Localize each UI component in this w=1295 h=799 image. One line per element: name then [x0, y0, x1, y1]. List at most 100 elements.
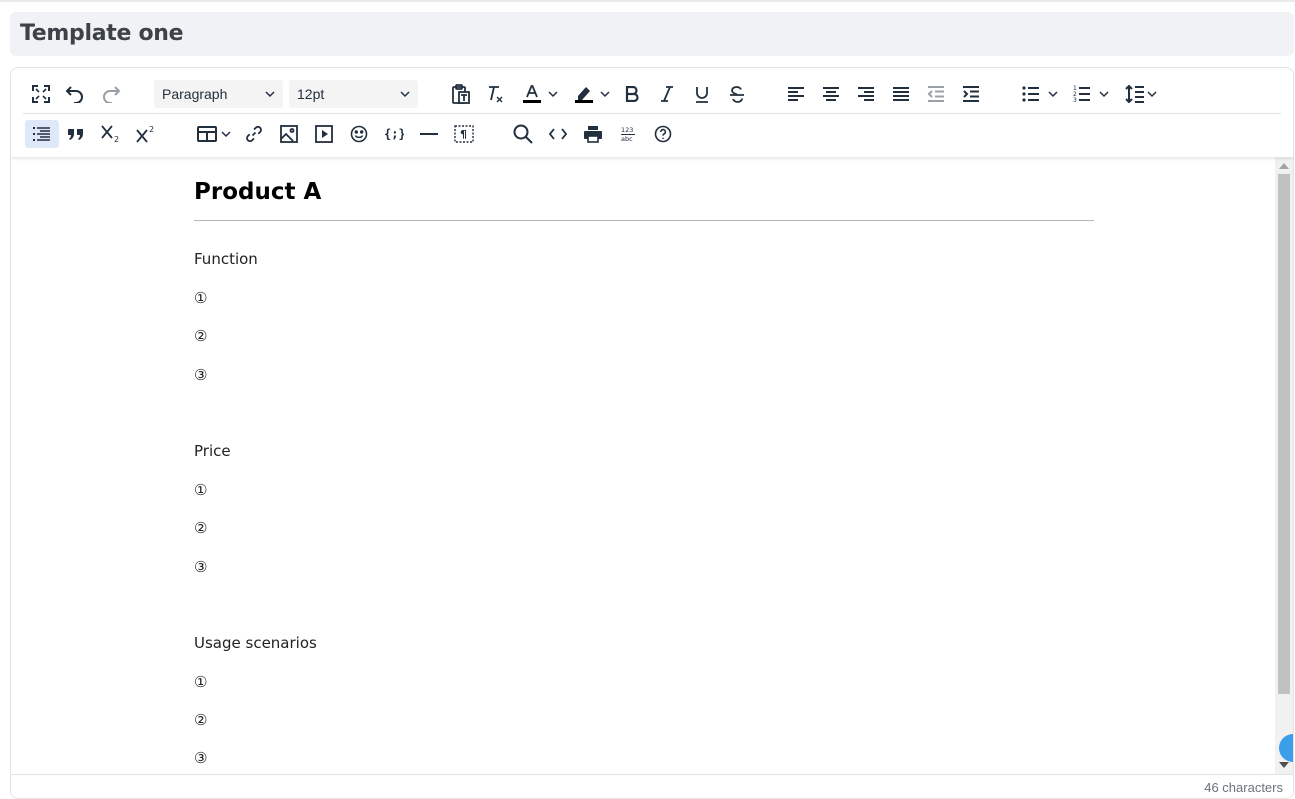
print-button[interactable] [581, 120, 605, 148]
superscript-button[interactable]: 2 [134, 120, 158, 148]
redo-icon [103, 86, 121, 103]
list-item: ② [194, 327, 208, 345]
svg-text:123: 123 [621, 126, 633, 134]
horizontal-rule-button[interactable] [417, 120, 441, 148]
word-count-icon: 123abc [621, 126, 635, 143]
bold-icon [625, 86, 639, 102]
link-button[interactable] [242, 120, 266, 148]
link-icon [246, 125, 262, 143]
top-divider [0, 0, 1295, 2]
svg-text:2: 2 [149, 125, 154, 134]
search-replace-button[interactable] [511, 120, 535, 148]
section-label-price: Price [194, 442, 231, 460]
svg-text:abc: abc [621, 135, 633, 143]
paste-text-icon [452, 84, 470, 104]
section-label-function: Function [194, 250, 258, 268]
italic-button[interactable] [655, 80, 679, 108]
align-left-icon [788, 87, 804, 101]
svg-text:3: 3 [1073, 97, 1077, 103]
font-size-select[interactable]: 12pt [289, 80, 418, 108]
block-format-value: Paragraph [162, 86, 228, 102]
redo-button[interactable] [99, 80, 123, 108]
list-item: ③ [194, 366, 208, 384]
horizontal-rule-icon [420, 133, 438, 135]
help-icon [654, 125, 672, 143]
print-icon [584, 126, 602, 143]
align-center-button[interactable] [819, 80, 843, 108]
block-format-select[interactable]: Paragraph [154, 80, 283, 108]
justify-icon [893, 87, 909, 101]
paste-as-text-button[interactable] [449, 80, 473, 108]
emoji-button[interactable] [347, 120, 371, 148]
editor-content-area[interactable]: Product A Function ① ② ③ Price ① ② ③ Usa… [11, 157, 1275, 774]
visual-blocks-button[interactable]: ¶ [452, 120, 476, 148]
rich-text-editor[interactable]: Paragraph 12pt 1 2 3 2 2 {;} ¶ 123 abc P… [10, 67, 1294, 799]
undo-icon [65, 86, 83, 103]
document-heading: Product A [194, 179, 322, 205]
undo-button[interactable] [63, 80, 87, 108]
italic-icon [661, 86, 673, 102]
source-code-button[interactable] [546, 120, 570, 148]
list-item: ② [194, 519, 208, 537]
clear-formatting-button[interactable] [483, 80, 507, 108]
indent-icon [963, 86, 979, 102]
chevron-down-icon [1147, 91, 1157, 98]
media-button[interactable] [312, 120, 336, 148]
outdent-button[interactable] [924, 80, 948, 108]
bullet-list-button[interactable] [1017, 80, 1063, 108]
font-size-value: 12pt [297, 86, 325, 102]
table-button[interactable] [192, 120, 236, 148]
underline-button[interactable] [690, 80, 714, 108]
image-button[interactable] [277, 120, 301, 148]
subscript-icon: 2 [101, 125, 119, 143]
word-count-button[interactable]: 123 abc [616, 120, 640, 148]
chevron-down-icon [1048, 91, 1058, 98]
line-height-button[interactable] [1118, 80, 1164, 108]
visual-blocks-icon: ¶ [454, 125, 474, 143]
subscript-button[interactable]: 2 [99, 120, 123, 148]
editor-scrollbar[interactable] [1275, 157, 1293, 774]
search-icon [513, 124, 533, 144]
scroll-down-arrow-icon[interactable] [1279, 762, 1289, 768]
font-color-icon [523, 85, 541, 103]
align-left-button[interactable] [784, 80, 808, 108]
strikethrough-button[interactable] [725, 80, 749, 108]
code-sample-button[interactable]: {;} [382, 120, 406, 148]
toc-icon [33, 127, 50, 141]
fullscreen-icon [32, 85, 50, 103]
template-title-bar: Template one [10, 12, 1294, 56]
svg-text:{;}: {;} [384, 127, 404, 141]
help-button[interactable] [651, 120, 675, 148]
fullscreen-button[interactable] [29, 80, 53, 108]
align-right-icon [858, 87, 874, 101]
bold-button[interactable] [620, 80, 644, 108]
list-item: ① [194, 289, 208, 307]
bullet-list-icon [1022, 86, 1039, 102]
scroll-up-arrow-icon[interactable] [1279, 163, 1289, 169]
numbered-list-button[interactable]: 123 [1068, 80, 1114, 108]
chevron-down-icon [265, 91, 275, 98]
list-item: ① [194, 673, 208, 691]
list-item: ① [194, 481, 208, 499]
svg-text:2: 2 [114, 135, 119, 143]
superscript-icon: 2 [136, 125, 154, 143]
scrollbar-thumb[interactable] [1278, 174, 1290, 694]
emoji-icon [350, 125, 368, 143]
align-right-button[interactable] [854, 80, 878, 108]
heading-divider [194, 220, 1094, 221]
indent-button[interactable] [959, 80, 983, 108]
table-of-contents-button[interactable] [25, 120, 59, 148]
font-color-button[interactable] [517, 80, 563, 108]
blockquote-button[interactable] [64, 120, 88, 148]
section-label-usage-scenarios: Usage scenarios [194, 634, 317, 652]
list-item: ③ [194, 749, 208, 767]
strikethrough-icon [730, 85, 744, 103]
image-icon [280, 125, 298, 143]
svg-text:¶: ¶ [460, 128, 467, 141]
justify-button[interactable] [889, 80, 913, 108]
numbered-list-icon: 123 [1073, 85, 1090, 103]
list-item: ③ [194, 558, 208, 576]
outdent-icon [927, 86, 944, 102]
highlight-color-button[interactable] [569, 80, 615, 108]
source-code-icon [549, 128, 567, 140]
